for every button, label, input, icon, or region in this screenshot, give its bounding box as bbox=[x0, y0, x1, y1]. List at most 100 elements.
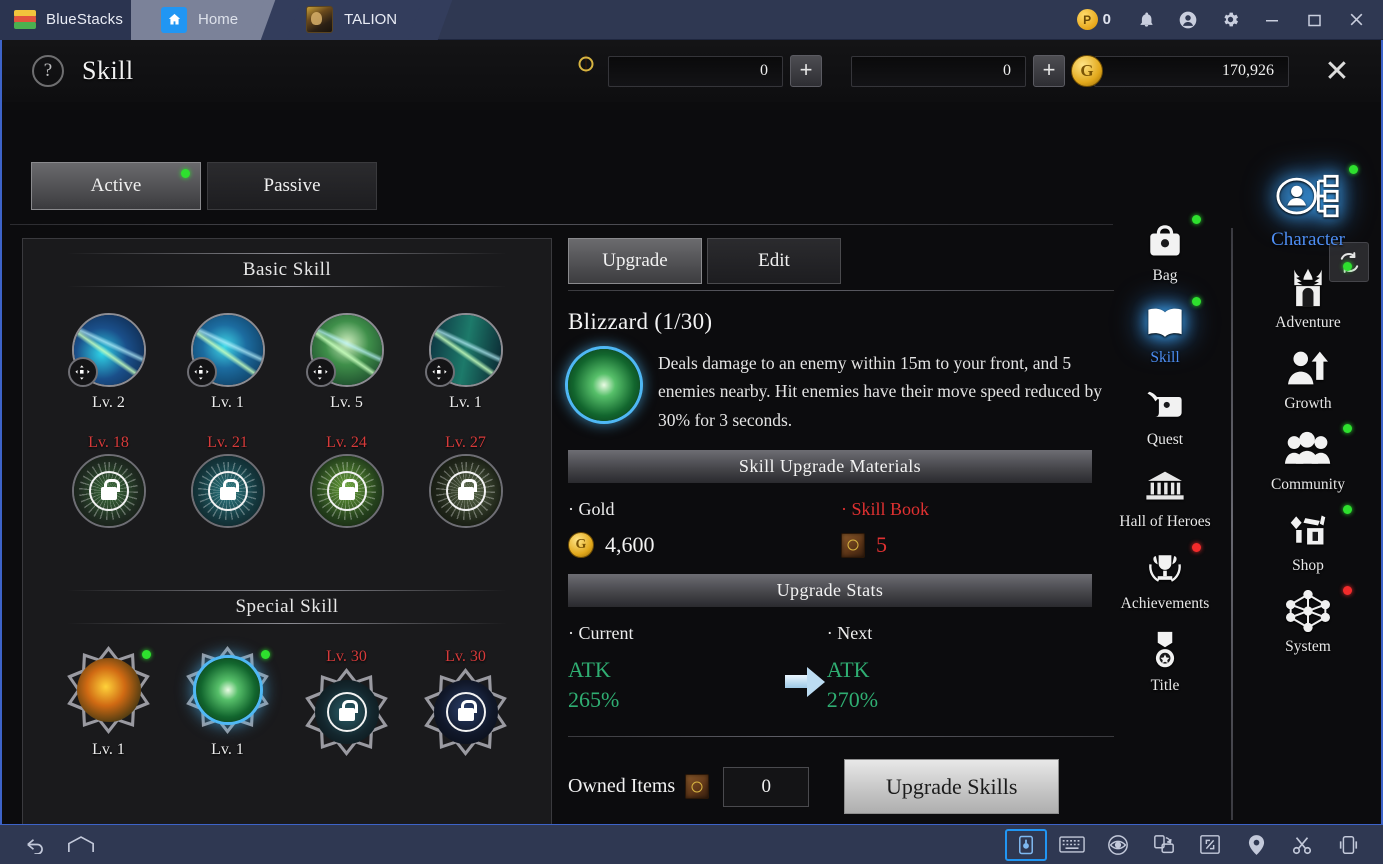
skill-item-locked[interactable]: Lv. 18 bbox=[49, 432, 168, 528]
tab-passive[interactable]: Passive bbox=[207, 162, 377, 210]
material-gold: · Gold G 4,600 bbox=[568, 499, 841, 559]
skill-icon bbox=[424, 313, 503, 387]
scissors-icon[interactable] bbox=[1281, 829, 1323, 861]
upgrade-skills-button[interactable]: Upgrade Skills bbox=[844, 759, 1060, 815]
nav-item-skill[interactable]: Skill bbox=[1125, 297, 1205, 367]
skill-item-locked[interactable]: Lv. 24 bbox=[287, 432, 406, 528]
stat-next-label: · Next bbox=[826, 623, 873, 644]
nav-rail-primary: Bag Skill Quest Hall of Heroes Achieveme… bbox=[1119, 215, 1211, 695]
add-diamond-button[interactable]: + bbox=[1033, 55, 1065, 87]
nav-item-growth-label: Growth bbox=[1284, 395, 1332, 412]
arrow-right-icon bbox=[785, 667, 827, 698]
nav-item-system[interactable]: System bbox=[1260, 586, 1356, 656]
nav-badge-green bbox=[1343, 262, 1352, 271]
skill-level-label: Lv. 1 bbox=[211, 394, 244, 411]
lock-icon bbox=[88, 471, 129, 511]
nav-badge-red bbox=[1192, 543, 1201, 552]
bluestacks-logo-icon bbox=[14, 9, 36, 30]
skill-icon bbox=[305, 313, 384, 387]
skill-item-locked[interactable]: Lv. 21 bbox=[168, 432, 287, 528]
skill-row-basic-locked: Lv. 18 Lv. 21 Lv. 24 Lv. 27 bbox=[23, 432, 551, 528]
tab-active[interactable]: Active bbox=[31, 162, 201, 210]
eye-icon[interactable] bbox=[1097, 829, 1139, 861]
tab-upgrade[interactable]: Upgrade bbox=[568, 238, 702, 284]
skill-name: Blizzard (1/30) bbox=[568, 309, 713, 334]
skill-item[interactable]: Lv. 5 bbox=[287, 313, 406, 412]
points-coin-icon: P bbox=[1076, 9, 1098, 30]
material-skill-book-value: 5 bbox=[876, 532, 887, 558]
skill-book-icon bbox=[585, 54, 619, 87]
add-skill-book-button[interactable]: + bbox=[790, 55, 822, 87]
home-icon bbox=[161, 6, 188, 33]
location-pin-icon[interactable] bbox=[1235, 829, 1277, 861]
page-title: Skill bbox=[82, 56, 134, 85]
gold-coin-icon: G bbox=[1071, 55, 1105, 87]
nav-item-hall-of-heroes-label: Hall of Heroes bbox=[1119, 513, 1211, 530]
skill-badge-green bbox=[141, 650, 151, 659]
tap-point-icon[interactable] bbox=[1005, 828, 1047, 861]
nav-item-adventure-label: Adventure bbox=[1275, 314, 1341, 331]
help-question-icon[interactable]: ? bbox=[32, 55, 64, 87]
nav-item-bag[interactable]: Bag bbox=[1125, 215, 1205, 285]
talion-app-icon bbox=[306, 6, 334, 33]
skill-item[interactable]: Lv. 1 bbox=[406, 313, 525, 412]
skill-item-special[interactable]: Lv. 1 bbox=[49, 646, 168, 759]
currency-group: 0 + 0 + G 170,926 bbox=[585, 54, 1295, 87]
game-viewport: ? Skill 0 + 0 + G 170,926 ✕ Active Passi… bbox=[0, 40, 1383, 824]
nav-item-hall-of-heroes[interactable]: Hall of Heroes bbox=[1119, 462, 1211, 531]
nav-item-growth[interactable]: Growth bbox=[1260, 344, 1356, 413]
nav-item-adventure[interactable]: Adventure bbox=[1260, 262, 1356, 332]
skill-item[interactable]: Lv. 2 bbox=[49, 313, 168, 412]
nav-item-title[interactable]: Title bbox=[1125, 626, 1205, 695]
tab-talion[interactable]: TALION bbox=[280, 0, 432, 40]
shake-icon[interactable] bbox=[1327, 829, 1369, 861]
trophy-wreath-icon bbox=[1139, 544, 1191, 592]
gate-icon bbox=[1282, 263, 1334, 311]
bluestacks-bottom-toolbar bbox=[0, 824, 1383, 864]
home-outline-icon[interactable] bbox=[60, 829, 102, 861]
skill-item[interactable]: Lv. 1 bbox=[168, 313, 287, 412]
skill-item-special-locked[interactable]: Lv. 30 bbox=[287, 646, 406, 759]
back-arrow-icon[interactable] bbox=[12, 829, 54, 861]
nav-item-system-label: System bbox=[1285, 638, 1331, 655]
diamond-icon bbox=[828, 55, 862, 87]
blizzard-skill-icon bbox=[568, 349, 640, 421]
dpad-badge-icon bbox=[305, 357, 336, 387]
skill-item-special-selected[interactable]: Lv. 1 bbox=[168, 646, 287, 759]
book-icon bbox=[1139, 298, 1191, 346]
skill-item-locked[interactable]: Lv. 27 bbox=[406, 432, 525, 528]
lock-icon bbox=[326, 692, 367, 732]
rotate-icon[interactable] bbox=[1143, 829, 1185, 861]
skill-required-level: Lv. 30 bbox=[326, 648, 367, 665]
notification-bell-icon[interactable] bbox=[1125, 0, 1167, 40]
nav-item-community[interactable]: Community bbox=[1260, 424, 1356, 494]
mode-tabs: Active Passive bbox=[31, 162, 377, 210]
nav-item-character[interactable]: Character bbox=[1260, 165, 1358, 251]
stat-current-label: · Current bbox=[568, 623, 634, 644]
tab-edit[interactable]: Edit bbox=[707, 238, 841, 284]
maximize-icon[interactable] bbox=[1293, 0, 1335, 40]
nav-item-bag-label: Bag bbox=[1152, 267, 1178, 284]
close-panel-button[interactable]: ✕ bbox=[1319, 53, 1355, 89]
owned-items-value: 0 bbox=[723, 766, 810, 807]
diamond-value: 0 bbox=[851, 55, 1026, 87]
fullscreen-icon[interactable] bbox=[1189, 829, 1231, 861]
material-skill-book-value-row: 5 bbox=[841, 532, 1114, 558]
skill-row-basic-unlocked: Lv. 2 Lv. 1 Lv. 5 Lv. 1 bbox=[23, 313, 551, 412]
skill-required-level: Lv. 18 bbox=[88, 434, 129, 451]
tab-home-label: Home bbox=[198, 11, 239, 28]
close-icon[interactable] bbox=[1335, 0, 1377, 40]
nav-item-shop[interactable]: Shop bbox=[1260, 505, 1356, 575]
tab-active-badge bbox=[181, 169, 190, 178]
skill-level-label: Lv. 5 bbox=[330, 394, 363, 411]
skill-item-special-locked[interactable]: Lv. 30 bbox=[406, 646, 525, 759]
minimize-icon[interactable] bbox=[1251, 0, 1293, 40]
points-display[interactable]: P 0 bbox=[1073, 9, 1125, 30]
user-account-icon[interactable] bbox=[1167, 0, 1209, 40]
nav-rail-divider bbox=[1231, 228, 1233, 820]
settings-gear-icon[interactable] bbox=[1209, 0, 1251, 40]
tab-home[interactable]: Home bbox=[131, 0, 273, 40]
nav-item-quest[interactable]: Quest bbox=[1125, 380, 1205, 449]
nav-item-achievements[interactable]: Achievements bbox=[1121, 543, 1209, 613]
keyboard-icon[interactable] bbox=[1051, 829, 1093, 861]
